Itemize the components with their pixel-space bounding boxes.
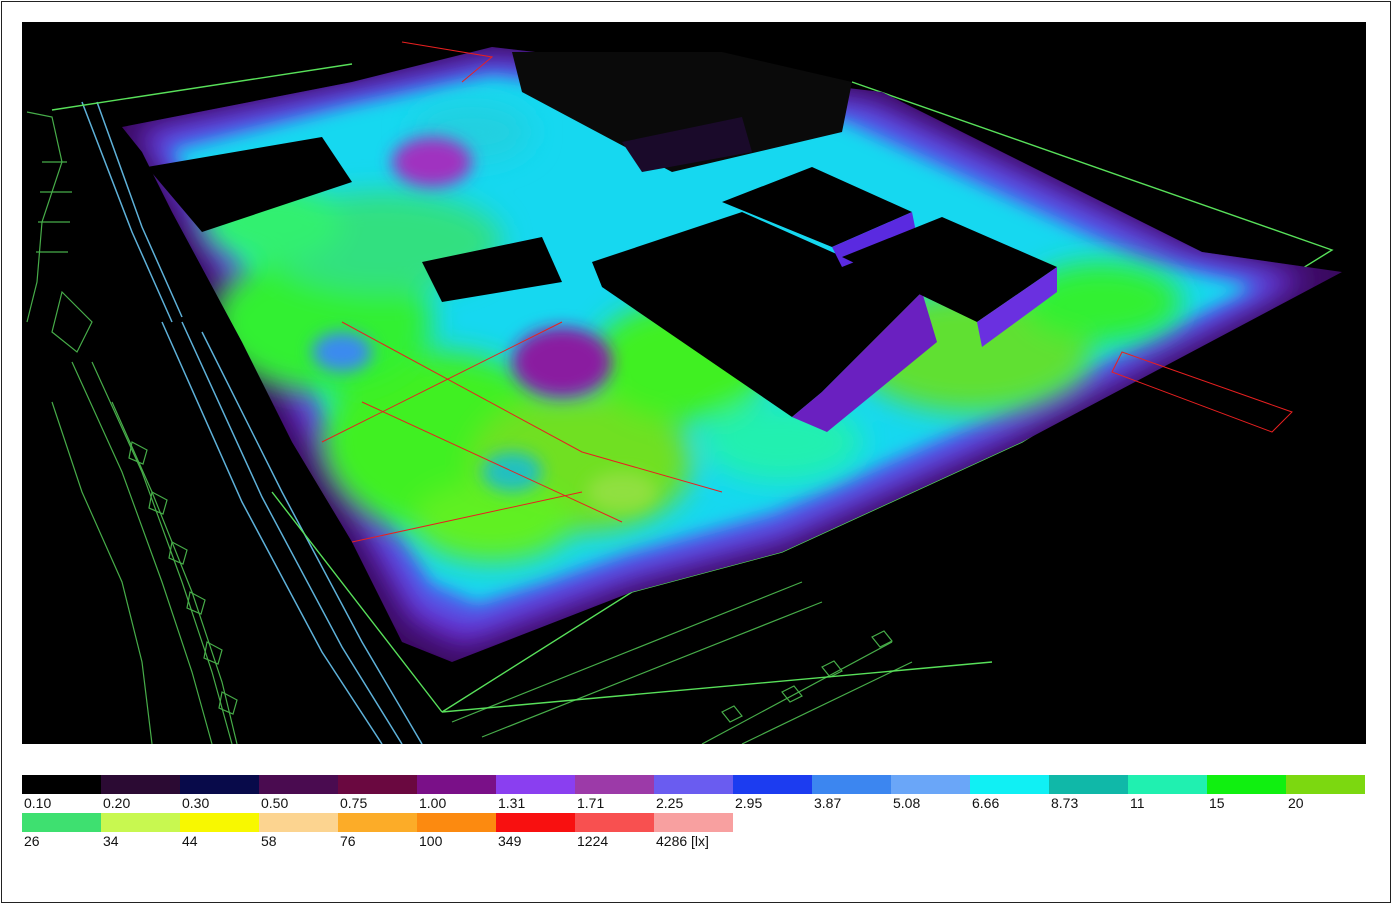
legend-value: 44: [182, 833, 198, 849]
legend-swatch: [970, 775, 1049, 794]
legend-swatch: [417, 813, 496, 832]
legend-item: 15: [1207, 775, 1286, 813]
legend-value: 2.25: [656, 795, 684, 811]
legend-item: 0.75: [338, 775, 417, 813]
legend-value: 0.10: [24, 795, 52, 811]
legend-item: 0.10: [22, 775, 101, 813]
legend-swatch: [575, 775, 654, 794]
legend-value: 11: [1130, 795, 1145, 811]
legend-value: 5.08: [893, 795, 921, 811]
legend-value: 4286 [lx]: [656, 833, 709, 849]
legend-value: 76: [340, 833, 356, 849]
legend-value: 1.31: [498, 795, 526, 811]
legend-item: 76: [338, 813, 417, 851]
legend-swatch: [575, 813, 654, 832]
legend-swatch: [891, 775, 970, 794]
legend-item: 349: [496, 813, 575, 851]
legend-swatch: [1286, 775, 1365, 794]
legend-item: 20: [1286, 775, 1365, 813]
legend-item: 0.50: [259, 775, 338, 813]
legend-item: 3.87: [812, 775, 891, 813]
legend-value: 1.00: [419, 795, 447, 811]
legend-item: 0.30: [180, 775, 259, 813]
legend-swatch: [1049, 775, 1128, 794]
legend-value: 15: [1209, 795, 1225, 811]
legend-item: 44: [180, 813, 259, 851]
legend-swatch: [338, 775, 417, 794]
legend-swatch: [22, 813, 101, 832]
legend-swatch: [22, 775, 101, 794]
legend-item: 58: [259, 813, 338, 851]
legend-value: 1224: [577, 833, 609, 849]
legend-swatch: [654, 775, 733, 794]
legend-item: 2.25: [654, 775, 733, 813]
legend-swatch: [101, 813, 180, 832]
legend-swatch: [496, 775, 575, 794]
legend-value: 0.50: [261, 795, 289, 811]
legend-item: 1.71: [575, 775, 654, 813]
legend-item: 5.08: [891, 775, 970, 813]
legend-swatch: [654, 813, 733, 832]
legend-item: 1.00: [417, 775, 496, 813]
legend-value: 6.66: [972, 795, 1000, 811]
legend-swatch: [812, 775, 891, 794]
legend-value: 58: [261, 833, 277, 849]
legend-swatch: [1207, 775, 1286, 794]
legend-swatch: [733, 775, 812, 794]
legend-swatch: [180, 813, 259, 832]
legend-item: 0.20: [101, 775, 180, 813]
legend-item: 11: [1128, 775, 1207, 813]
legend-item: 34: [101, 813, 180, 851]
legend-item: 100: [417, 813, 496, 851]
legend-swatch: [496, 813, 575, 832]
legend-value: 8.73: [1051, 795, 1079, 811]
legend-item: 1.31: [496, 775, 575, 813]
legend-swatch: [1128, 775, 1207, 794]
legend-item: 4286 [lx]: [654, 813, 733, 851]
legend-item: 2.95: [733, 775, 812, 813]
legend-item: 26: [22, 813, 101, 851]
legend-value: 34: [103, 833, 119, 849]
legend-value: 0.30: [182, 795, 210, 811]
legend-value: 100: [419, 833, 443, 849]
legend-value: 20: [1288, 795, 1304, 811]
legend-swatch: [259, 813, 338, 832]
legend-value: 349: [498, 833, 522, 849]
legend-value: 3.87: [814, 795, 842, 811]
legend-item: 6.66: [970, 775, 1049, 813]
legend-swatch: [417, 775, 496, 794]
legend-value: 2.95: [735, 795, 763, 811]
legend-swatch: [101, 775, 180, 794]
legend-value: 26: [24, 833, 40, 849]
legend-value: 1.71: [577, 795, 605, 811]
legend-value: 0.75: [340, 795, 368, 811]
legend-item: 8.73: [1049, 775, 1128, 813]
legend-item: 1224: [575, 813, 654, 851]
legend-swatch: [338, 813, 417, 832]
legend-swatch: [259, 775, 338, 794]
legend-value: 0.20: [103, 795, 131, 811]
legend-swatch: [180, 775, 259, 794]
illuminance-rendering: [22, 22, 1366, 744]
